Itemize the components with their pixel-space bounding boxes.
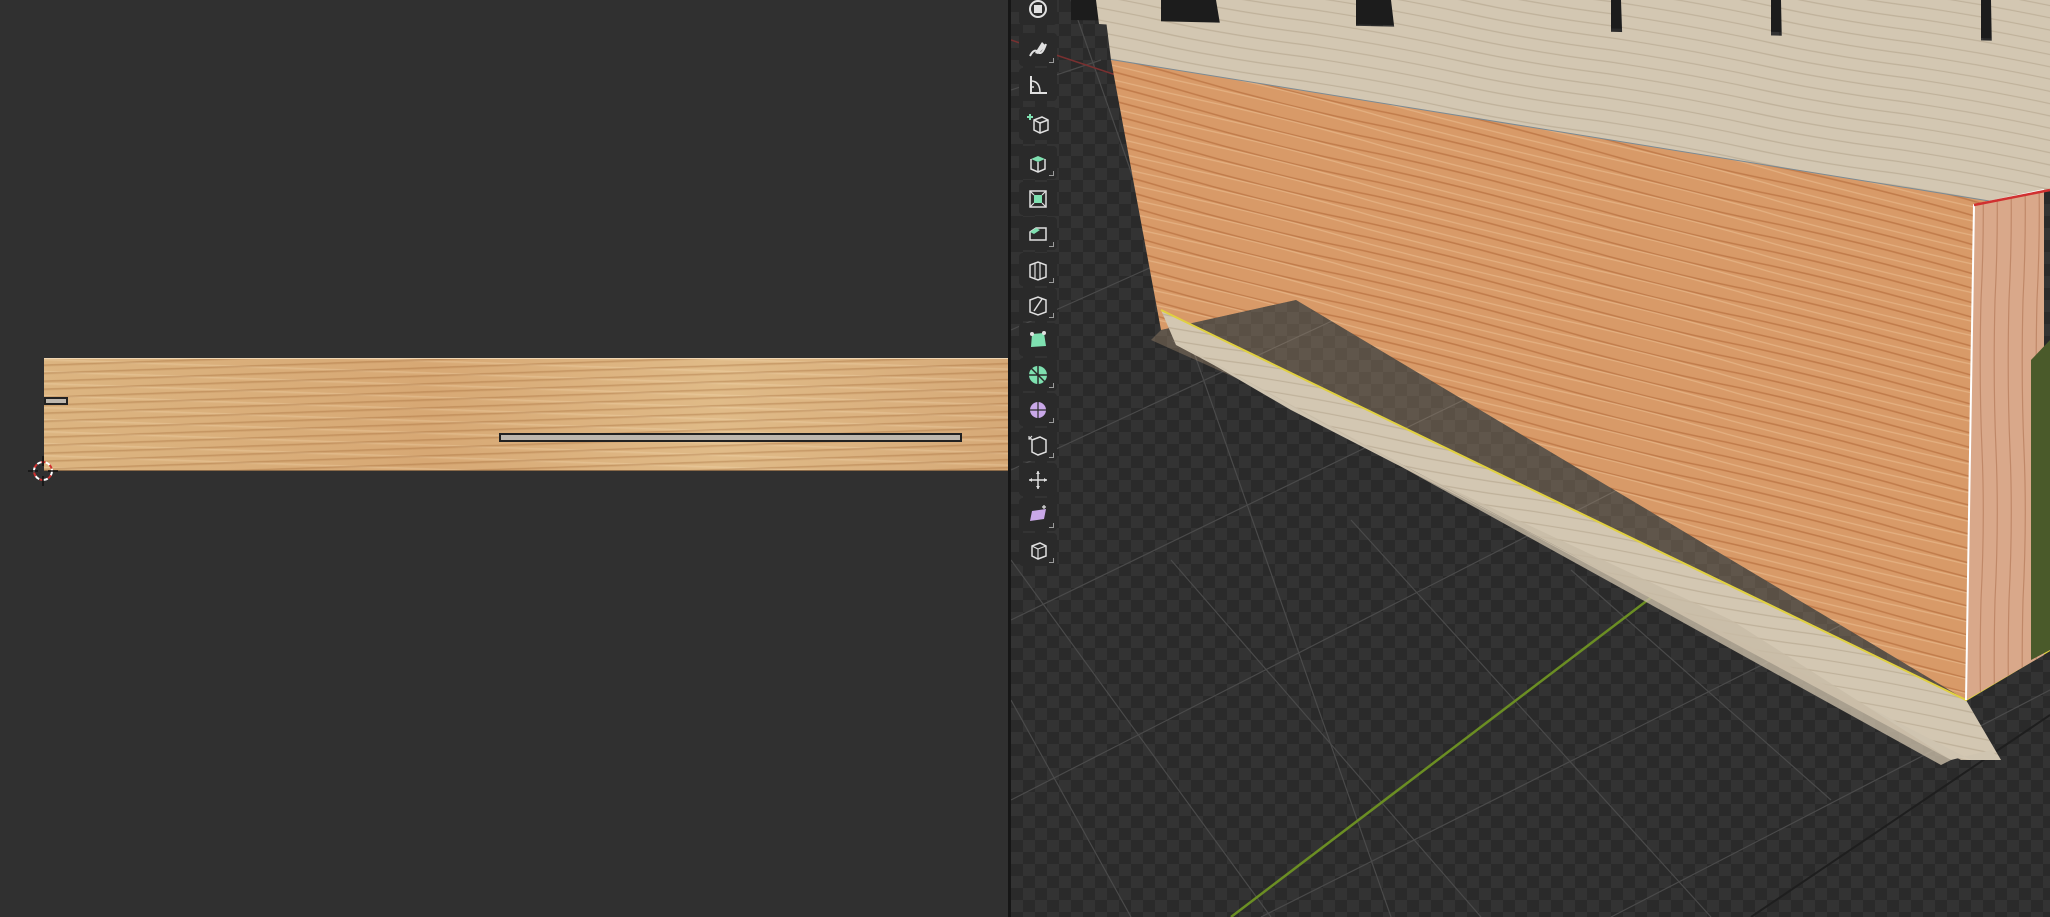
rip-region-icon — [1031, 541, 1047, 560]
knife-icon — [1029, 295, 1047, 316]
tool-extrude-region[interactable] — [1019, 146, 1057, 179]
tool-loop-cut[interactable] — [1019, 253, 1057, 286]
shrink-fatten-icon — [1029, 470, 1047, 489]
tool-add-cube[interactable] — [1019, 107, 1057, 140]
uv-strip-selected[interactable] — [499, 433, 962, 442]
cursor-3d-icon[interactable] — [28, 456, 58, 486]
tool-inset-faces[interactable] — [1019, 182, 1057, 215]
smooth-icon — [1030, 401, 1046, 418]
select-box-icon — [1029, 0, 1047, 18]
annotate-icon — [1029, 41, 1047, 56]
y-axis-line — [1230, 589, 1662, 917]
bevel-icon — [1029, 226, 1047, 241]
green-object — [2031, 340, 2050, 660]
uv-editor[interactable] — [0, 0, 1008, 917]
tool-bevel[interactable] — [1019, 217, 1057, 250]
inset-faces-icon — [1029, 189, 1047, 208]
tool-poly-build[interactable] — [1019, 323, 1057, 356]
tool-shrink-fatten[interactable] — [1019, 463, 1057, 496]
3d-viewport[interactable] — [1011, 0, 2050, 917]
tool-rip-region[interactable] — [1019, 533, 1057, 566]
loop-cut-icon — [1029, 260, 1047, 281]
tool-smooth[interactable] — [1019, 393, 1057, 426]
tool-shear[interactable] — [1019, 498, 1057, 531]
scene-render — [1011, 0, 2050, 917]
tool-knife[interactable] — [1019, 288, 1057, 321]
poly-build-icon — [1030, 330, 1046, 347]
shear-icon — [1030, 504, 1046, 521]
uv-island[interactable] — [44, 358, 1008, 471]
tool-measure[interactable] — [1019, 68, 1057, 101]
tool-annotate[interactable] — [1019, 33, 1057, 66]
measure-icon — [1030, 75, 1047, 94]
tool-edge-slide[interactable] — [1019, 428, 1057, 461]
edge-slide-icon — [1028, 435, 1047, 456]
spin-icon — [1029, 365, 1047, 384]
tool-select-box[interactable] — [1019, 0, 1057, 25]
uv-strip-small[interactable] — [44, 397, 68, 405]
add-cube-icon — [1027, 113, 1049, 134]
tool-shelf — [1019, 0, 1057, 566]
extrude-region-icon — [1030, 155, 1046, 173]
tool-spin[interactable] — [1019, 358, 1057, 391]
